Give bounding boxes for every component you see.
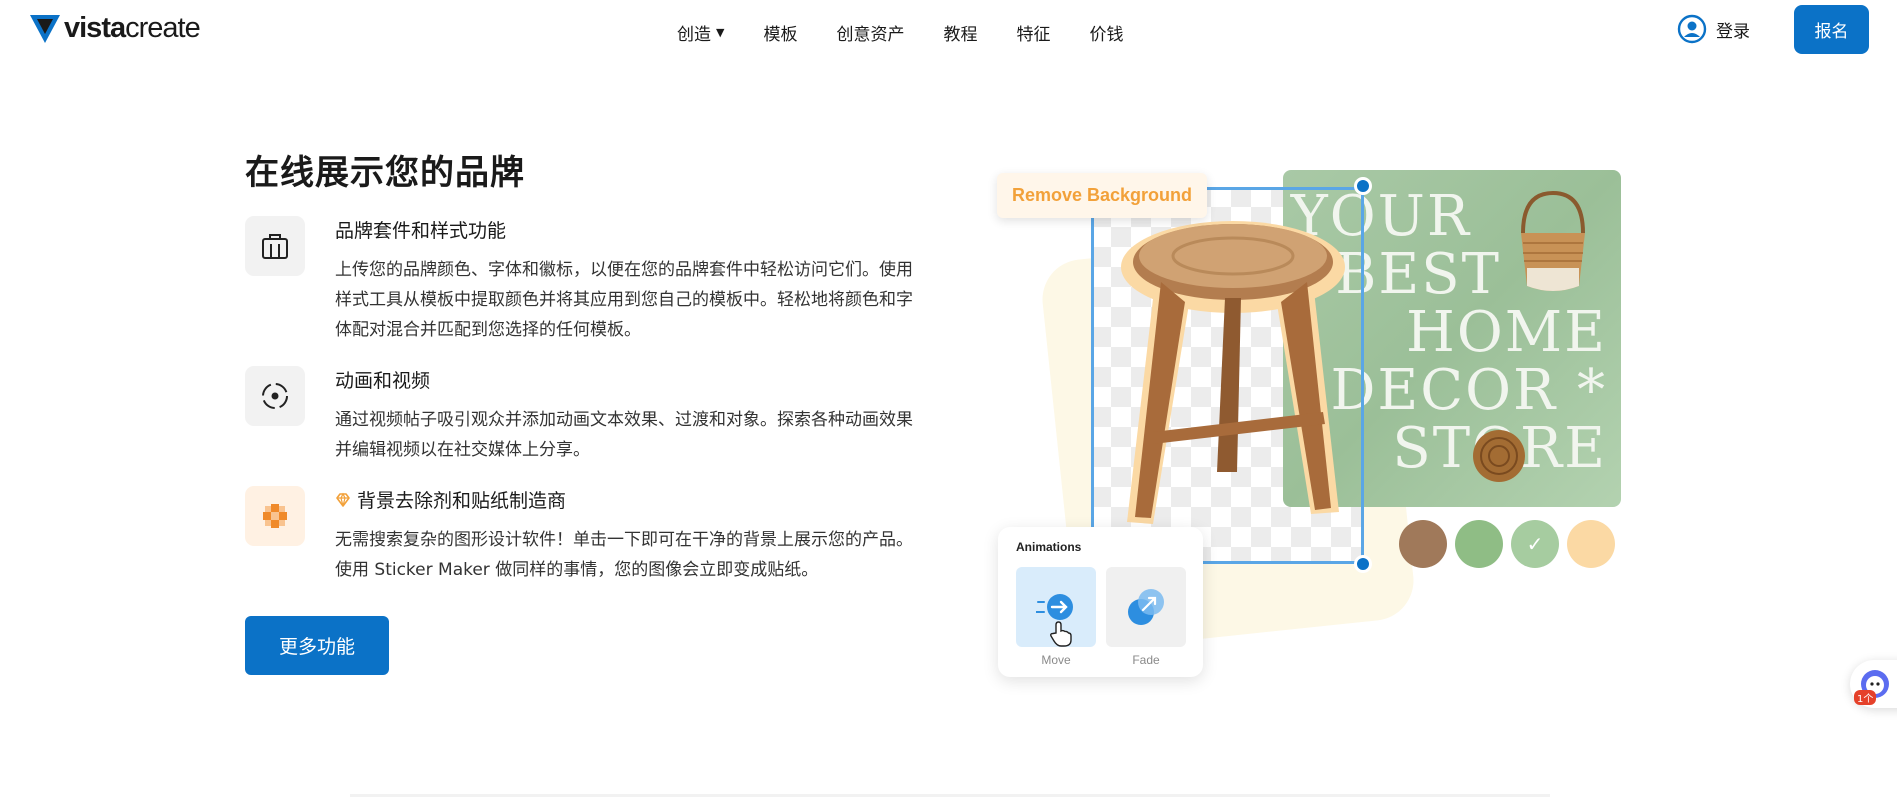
hand-cursor-icon — [1050, 621, 1072, 647]
selection-frame[interactable] — [1091, 187, 1364, 564]
more-features-button[interactable]: 更多功能 — [245, 616, 389, 675]
color-swatch[interactable] — [1567, 520, 1615, 568]
feature-title-row: 背景去除剂和贴纸制造商 — [335, 486, 566, 513]
remove-background-chip[interactable]: Remove Background — [997, 173, 1207, 218]
nav-features-label: 特征 — [1016, 25, 1051, 45]
feature-description-line: 上传您的品牌颜色、字体和徽标，以便在您的品牌套件中轻松访问它们。使用 — [335, 260, 913, 280]
poster-line: HOME — [1406, 300, 1607, 365]
feature-icon-box — [245, 366, 305, 426]
basket-image — [1521, 190, 1585, 291]
feature-description: 上传您的品牌颜色、字体和徽标，以便在您的品牌套件中轻松访问它们。使用 样式工具从… — [335, 255, 935, 345]
animation-option-label: Move — [1041, 653, 1071, 667]
logo-text: vistacreate — [64, 12, 201, 45]
feature-background-remover: 背景去除剂和贴纸制造商 无需搜索复杂的图形设计软件！单击一下即可在干净的背景上展… — [245, 486, 945, 586]
feature-title: 品牌套件和样式功能 — [335, 220, 507, 242]
feature-description-line: 体配对混合并匹配到您选择的任何模板。 — [335, 320, 641, 340]
color-swatch[interactable] — [1455, 520, 1503, 568]
site-header: vistacreate 创造 ▼ 模板 创意资产 教程 特征 价钱 登录 报名 — [0, 0, 1897, 62]
round-basket-image — [1473, 430, 1525, 482]
animation-circle-icon — [262, 383, 288, 409]
feature-description-line: 样式工具从模板中提取颜色并将其应用到您自己的模板中。轻松地将颜色和字 — [335, 290, 913, 310]
nav-creative-assets-label: 创意资产 — [836, 25, 905, 45]
feature-description-line: 通过视频帖子吸引观众并添加动画文本效果、过渡和对象。探索各种动画效果 — [335, 410, 913, 430]
user-avatar-icon — [1677, 14, 1707, 44]
color-swatch-selected[interactable]: ✓ — [1511, 520, 1559, 568]
signup-button[interactable]: 报名 — [1794, 5, 1869, 54]
logo[interactable]: vistacreate — [30, 12, 201, 45]
feature-icon-box — [245, 486, 305, 546]
feature-icon-box — [245, 216, 305, 276]
feature-description-line: 并编辑视频以在社交媒体上分享。 — [335, 440, 590, 460]
nav-features[interactable]: 特征 — [1016, 20, 1050, 45]
chat-badge: 1个 — [1854, 690, 1877, 705]
feature-title: 动画和视频 — [335, 370, 431, 392]
diamond-icon — [336, 492, 350, 507]
nav-templates[interactable]: 模板 — [763, 20, 797, 45]
main-nav: 创造 ▼ 模板 创意资产 教程 特征 价钱 — [677, 20, 1162, 45]
feature-brand-kit: 品牌套件和样式功能 上传您的品牌颜色、字体和徽标，以便在您的品牌套件中轻松访问它… — [245, 216, 945, 346]
check-icon: ✓ — [1526, 532, 1544, 556]
color-swatch[interactable] — [1399, 520, 1447, 568]
nav-tutorials[interactable]: 教程 — [943, 20, 977, 45]
background-remover-icon — [263, 504, 287, 528]
feature-animation-video: 动画和视频 通过视频帖子吸引观众并添加动画文本效果、过渡和对象。探索各种动画效果… — [245, 366, 945, 466]
nav-pricing[interactable]: 价钱 — [1089, 20, 1123, 45]
feature-description-line: 使用 Sticker Maker 做同样的事情，您的图像会立即变成贴纸。 — [335, 560, 819, 580]
nav-tutorials-label: 教程 — [943, 25, 978, 45]
fade-circles-icon — [1128, 589, 1164, 625]
resize-handle-bottom-right[interactable] — [1354, 555, 1372, 573]
feature-description: 通过视频帖子吸引观众并添加动画文本效果、过渡和对象。探索各种动画效果 并编辑视频… — [335, 405, 935, 465]
section-headline: 在线展示您的品牌 — [245, 153, 525, 193]
nav-templates-label: 模板 — [763, 25, 798, 45]
nav-creative-assets[interactable]: 创意资产 — [836, 20, 904, 45]
chat-widget[interactable]: 1个 — [1850, 660, 1897, 708]
feature-description: 无需搜索复杂的图形设计软件！单击一下即可在干净的背景上展示您的产品。 使用 St… — [335, 525, 935, 585]
resize-handle-top-right[interactable] — [1354, 177, 1372, 195]
nav-pricing-label: 价钱 — [1089, 25, 1124, 45]
move-arrow-icon — [1036, 594, 1073, 620]
feature-title: 背景去除剂和贴纸制造商 — [357, 490, 567, 512]
animations-panel: Animations Move Fade — [998, 527, 1203, 677]
animation-option-label: Fade — [1132, 653, 1160, 667]
nav-create-label: 创造 — [677, 25, 711, 45]
nav-create[interactable]: 创造 ▼ — [677, 20, 724, 45]
briefcase-icon — [262, 234, 288, 259]
logo-brand-light: create — [125, 12, 201, 44]
animations-title: Animations — [1016, 540, 1082, 554]
login-link[interactable]: 登录 — [1677, 14, 1750, 44]
feature-description-line: 无需搜索复杂的图形设计软件！单击一下即可在干净的背景上展示您的产品。 — [335, 530, 913, 550]
vista-logo-icon — [30, 14, 60, 43]
animation-option-fade[interactable] — [1106, 567, 1186, 647]
login-label: 登录 — [1716, 21, 1750, 42]
caret-down-icon: ▼ — [716, 26, 725, 39]
poster-line: DECOR * — [1330, 358, 1607, 423]
logo-brand-bold: vista — [64, 12, 126, 44]
